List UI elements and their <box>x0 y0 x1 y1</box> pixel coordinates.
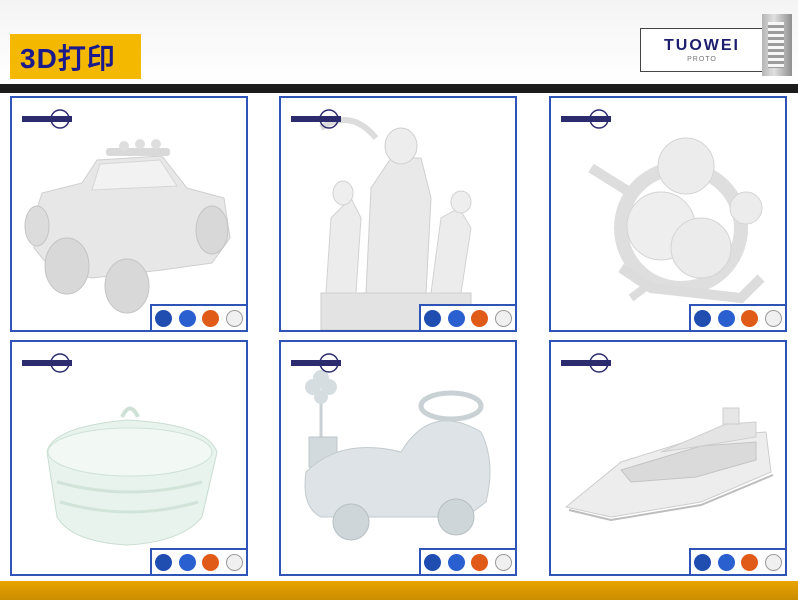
cert-check-icon <box>471 309 489 327</box>
title-banner: 3D打印 <box>10 34 141 79</box>
logo-wordmark: TUOWEI <box>664 37 740 54</box>
logo-subtext: PROTO <box>687 56 717 63</box>
cert-seal-icon <box>225 309 243 327</box>
iso-badge-icon <box>178 553 196 571</box>
watermark-logo <box>561 353 611 373</box>
page-title: 3D打印 <box>20 42 116 74</box>
cert-check-icon <box>202 309 220 327</box>
gallery-card-statue[interactable] <box>279 96 517 332</box>
gallery-card-yacht[interactable] <box>549 340 787 576</box>
cert-badge-icon <box>694 553 712 571</box>
cert-check-icon <box>741 309 759 327</box>
cert-seal-icon <box>494 309 512 327</box>
header-divider <box>0 84 798 93</box>
cert-badge-icon <box>424 309 442 327</box>
cert-badge-icon <box>694 309 712 327</box>
footer-bar <box>0 581 798 600</box>
certification-strip <box>689 304 785 330</box>
iso-badge-icon <box>447 553 465 571</box>
iso-badge-icon <box>717 553 735 571</box>
cert-check-icon <box>471 553 489 571</box>
iso-badge-icon <box>717 309 735 327</box>
cert-badge-icon <box>155 553 173 571</box>
cert-check-icon <box>741 553 759 571</box>
cert-seal-icon <box>764 309 782 327</box>
cert-badge-icon <box>155 309 173 327</box>
gallery-card-ride-on-toy[interactable] <box>279 340 517 576</box>
certification-strip <box>419 548 515 574</box>
cert-badge-icon <box>424 553 442 571</box>
gallery-card-car[interactable] <box>10 96 248 332</box>
company-logo: TUOWEI PROTO <box>640 28 764 72</box>
gallery-card-basket[interactable] <box>10 340 248 576</box>
cert-check-icon <box>202 553 220 571</box>
cert-seal-icon <box>225 553 243 571</box>
certification-strip <box>419 304 515 330</box>
certification-strip <box>150 548 246 574</box>
watermark-logo <box>291 353 341 373</box>
building-graphic <box>762 14 792 76</box>
certification-strip <box>689 548 785 574</box>
iso-badge-icon <box>178 309 196 327</box>
cert-seal-icon <box>494 553 512 571</box>
iso-badge-icon <box>447 309 465 327</box>
watermark-logo <box>22 109 72 129</box>
watermark-logo <box>291 109 341 129</box>
gallery-card-gears[interactable] <box>549 96 787 332</box>
watermark-logo <box>561 109 611 129</box>
certification-strip <box>150 304 246 330</box>
watermark-logo <box>22 353 72 373</box>
cert-seal-icon <box>764 553 782 571</box>
